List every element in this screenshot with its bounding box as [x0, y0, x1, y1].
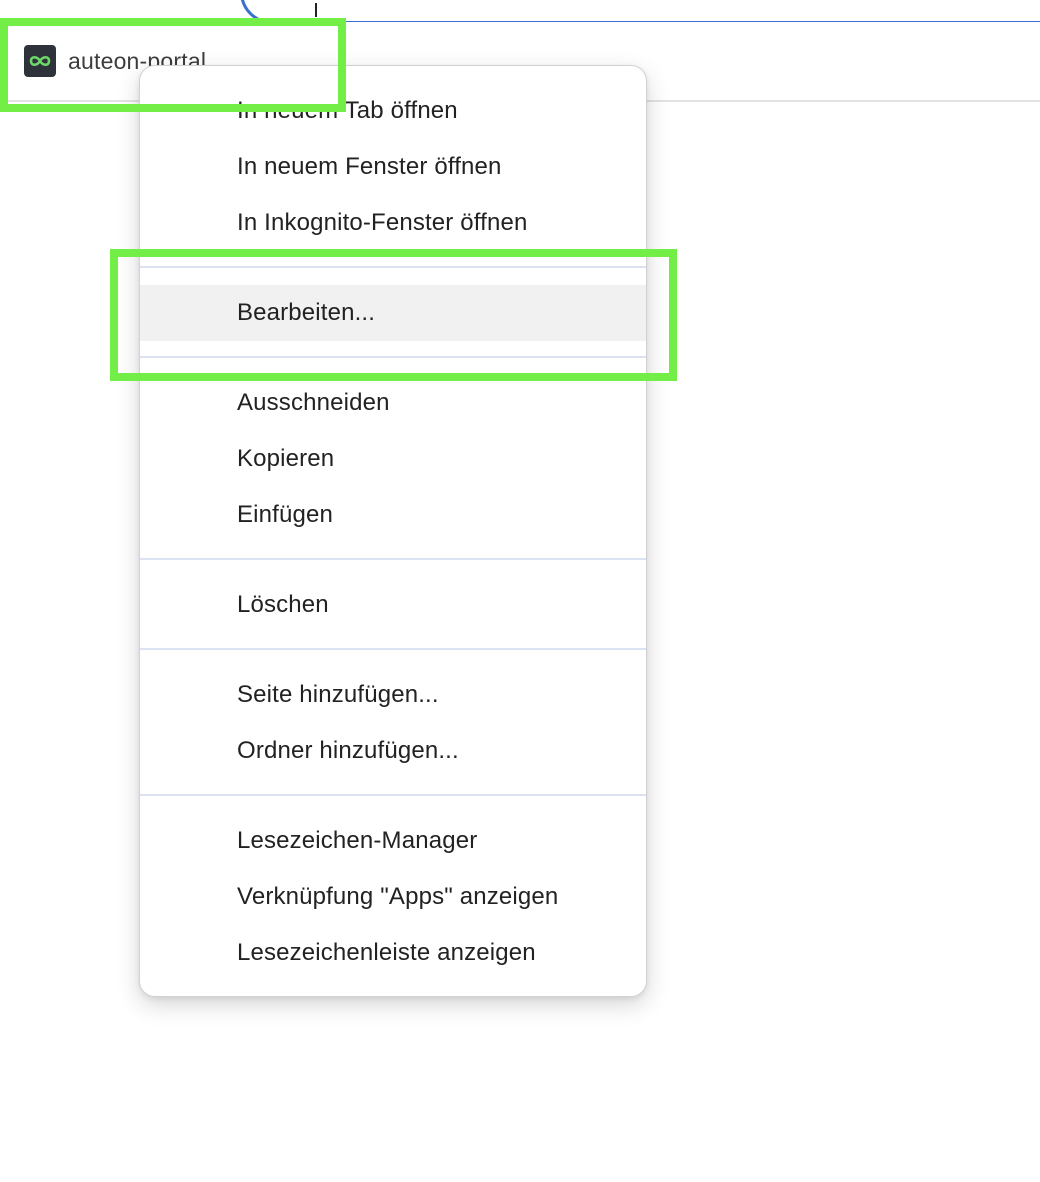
menu-separator — [140, 648, 646, 650]
menu-separator — [140, 794, 646, 796]
menu-item-open-new-window[interactable]: In neuem Fenster öffnen — [140, 139, 646, 195]
browser-window: auteon-portal In neuem Tab öffnen In neu… — [0, 0, 1040, 1182]
menu-item-show-apps-shortcut[interactable]: Verknüpfung "Apps" anzeigen — [140, 869, 646, 925]
text-caret — [315, 3, 317, 17]
menu-separator — [140, 356, 646, 358]
address-bar[interactable] — [240, 0, 1040, 24]
bookmark-context-menu: In neuem Tab öffnen In neuem Fenster öff… — [139, 65, 647, 997]
menu-item-show-bookmarks-bar[interactable]: Lesezeichenleiste anzeigen — [140, 925, 646, 981]
menu-item-delete[interactable]: Löschen — [140, 577, 646, 633]
infinity-icon — [24, 45, 56, 77]
menu-item-copy[interactable]: Kopieren — [140, 431, 646, 487]
menu-item-cut[interactable]: Ausschneiden — [140, 375, 646, 431]
menu-item-add-page[interactable]: Seite hinzufügen... — [140, 667, 646, 723]
menu-item-bookmark-manager[interactable]: Lesezeichen-Manager — [140, 813, 646, 869]
menu-separator — [140, 266, 646, 268]
menu-item-paste[interactable]: Einfügen — [140, 487, 646, 543]
menu-separator — [140, 558, 646, 560]
menu-item-edit[interactable]: Bearbeiten... — [140, 285, 646, 341]
menu-item-add-folder[interactable]: Ordner hinzufügen... — [140, 723, 646, 779]
menu-item-open-new-tab[interactable]: In neuem Tab öffnen — [140, 83, 646, 139]
menu-item-open-incognito[interactable]: In Inkognito-Fenster öffnen — [140, 195, 646, 251]
